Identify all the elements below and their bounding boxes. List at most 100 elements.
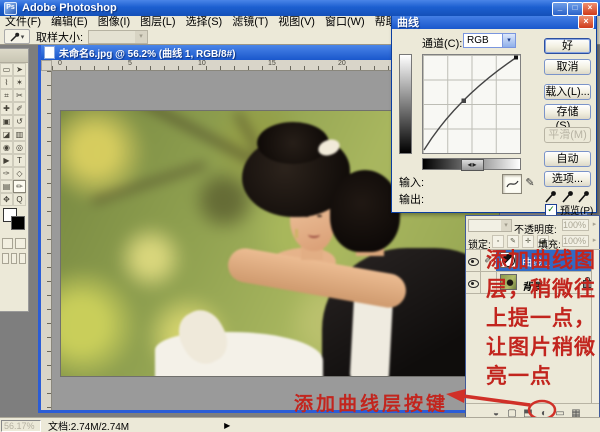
tool-history-brush[interactable]: ↺ xyxy=(13,115,26,128)
tool-magic-wand[interactable]: ✶ xyxy=(13,76,26,89)
opacity-spinner-icon[interactable]: ▸ xyxy=(590,219,599,231)
app-titlebar[interactable]: Ps Adobe Photoshop _ □ × xyxy=(0,0,600,16)
eyedropper-icon xyxy=(10,32,20,42)
menu-item-5[interactable]: 选择(S) xyxy=(181,16,228,29)
tone-curve[interactable] xyxy=(423,55,520,153)
menu-item-6[interactable]: 滤镜(T) xyxy=(227,16,273,29)
close-button[interactable]: × xyxy=(582,2,598,16)
document-title: 未命名6.jpg @ 56.2% (曲线 1, RGB/8#) xyxy=(59,45,235,60)
curve-endpoint[interactable] xyxy=(514,56,518,60)
load-button[interactable]: 载入(L)... xyxy=(544,84,591,100)
curve-icon xyxy=(506,179,519,189)
tool-pen[interactable]: ✑ xyxy=(0,167,13,180)
tool-brush[interactable]: ✐ xyxy=(13,102,26,115)
toolbox-header[interactable] xyxy=(0,49,28,63)
ruler-ticks xyxy=(47,71,51,410)
tool-clone-stamp[interactable]: ▣ xyxy=(0,115,13,128)
app-title: Adobe Photoshop xyxy=(22,2,117,14)
bride-smile xyxy=(308,231,320,238)
annotation-line: 添加曲线图 xyxy=(486,246,600,275)
curves-dialog: 曲线 × 通道(C): RGB ▾ ◂▸ 输入: 输出: ✎ 好 取消 xyxy=(391,13,597,213)
sample-size-arrow-icon: ▾ xyxy=(135,31,147,43)
tool-preset-arrow-icon: ▾ xyxy=(21,33,25,41)
options-button[interactable]: 选项... xyxy=(544,171,591,187)
pencil-tool-button[interactable]: ✎ xyxy=(522,174,538,192)
groom-hair xyxy=(330,170,400,252)
tool-healing-brush[interactable]: ✚ xyxy=(0,102,13,115)
standard-mode-button[interactable] xyxy=(2,238,13,249)
annotation-line: 让图片稍微 xyxy=(486,333,600,362)
tool-hand[interactable]: ✥ xyxy=(0,193,13,206)
channel-label: 通道(C): xyxy=(422,35,462,51)
channel-value: RGB xyxy=(464,35,489,46)
bride-eye xyxy=(317,215,322,217)
tool-crop[interactable]: ⌗ xyxy=(0,89,13,102)
tool-move[interactable]: ➤ xyxy=(13,63,26,76)
bride-hair-bun xyxy=(257,122,329,164)
tool-path-select[interactable]: ▶ xyxy=(0,154,13,167)
curve-midpoint[interactable] xyxy=(462,99,467,104)
save-button[interactable]: 存储(S)... xyxy=(544,104,591,120)
tool-eyedropper[interactable]: ✏ xyxy=(13,180,26,193)
toolbox-palette: ▭➤⌇✶⌗✂✚✐▣↺◪▥◉◎▶T✑◇▤✏✥Q xyxy=(0,48,29,312)
tool-type[interactable]: T xyxy=(13,154,26,167)
visibility-toggle[interactable] xyxy=(466,272,481,293)
channel-select[interactable]: RGB ▾ xyxy=(463,33,516,48)
screen-mode-button[interactable] xyxy=(19,253,26,264)
tool-notes[interactable]: ▤ xyxy=(0,180,13,193)
tool-rect-marquee[interactable]: ▭ xyxy=(0,63,13,76)
tool-zoom[interactable]: Q xyxy=(13,193,26,206)
zoom-level-field[interactable]: 56.17% xyxy=(1,420,41,432)
color-swatches xyxy=(0,206,28,236)
document-size-text: 文档:2.74M/2.74M xyxy=(48,418,129,432)
menu-item-2[interactable]: 编辑(E) xyxy=(46,16,93,29)
smooth-curve-tool-button[interactable] xyxy=(502,174,522,194)
tool-shape[interactable]: ◇ xyxy=(13,167,26,180)
tool-lasso[interactable]: ⌇ xyxy=(0,76,13,89)
tool-gradient[interactable]: ▥ xyxy=(13,128,26,141)
menu-item-3[interactable]: 图像(I) xyxy=(93,16,135,29)
maximize-button[interactable]: □ xyxy=(567,2,583,16)
auto-button[interactable]: 自动 xyxy=(544,151,591,167)
menu-item-8[interactable]: 窗口(W) xyxy=(320,16,370,29)
screen-mode-button[interactable] xyxy=(2,253,9,264)
screen-mode-button[interactable] xyxy=(11,253,18,264)
ok-button[interactable]: 好 xyxy=(544,38,591,54)
opacity-value: 100% xyxy=(562,219,589,231)
output-gradient-bar xyxy=(399,54,412,154)
tool-blur[interactable]: ◉ xyxy=(0,141,13,154)
app-icon: Ps xyxy=(4,2,17,15)
ruler-number: 15 xyxy=(268,60,276,67)
menu-item-7[interactable]: 视图(V) xyxy=(273,16,320,29)
curves-close-button[interactable]: × xyxy=(578,15,594,29)
eyedropper-tool-button[interactable]: ▾ xyxy=(4,29,30,44)
input-label: 输入: xyxy=(399,174,424,190)
minimize-button[interactable]: _ xyxy=(552,2,568,16)
curve-grid[interactable] xyxy=(422,54,521,154)
tool-dodge[interactable]: ◎ xyxy=(13,141,26,154)
background-color-swatch[interactable] xyxy=(11,216,25,230)
curves-dialog-titlebar[interactable]: 曲线 xyxy=(392,14,596,29)
menu-item-4[interactable]: 图层(L) xyxy=(135,16,180,29)
status-menu-arrow-icon[interactable]: ▶ xyxy=(224,421,230,430)
ruler-number: 0 xyxy=(58,60,62,67)
blend-mode-select: ▾ xyxy=(468,219,512,232)
annotation-line: 亮一点 xyxy=(486,362,600,391)
cancel-button[interactable]: 取消 xyxy=(544,59,591,75)
visibility-toggle[interactable] xyxy=(466,250,481,271)
sample-size-select: ▾ xyxy=(88,30,148,44)
tool-slice[interactable]: ✂ xyxy=(13,89,26,102)
ruler-number: 20 xyxy=(338,60,346,67)
preview-checkbox[interactable]: ✓ xyxy=(545,204,557,216)
photoshop-window: Ps Adobe Photoshop _ □ × 文件(F)编辑(E)图像(I)… xyxy=(0,0,600,432)
quickmask-mode-button[interactable] xyxy=(15,238,26,249)
output-label: 输出: xyxy=(399,191,424,207)
tool-eraser[interactable]: ◪ xyxy=(0,128,13,141)
annotation-line: 层，稍微往 xyxy=(486,275,600,304)
gradient-slider[interactable]: ◂▸ xyxy=(461,159,484,171)
sample-size-label: 取样大小: xyxy=(36,29,83,45)
ruler-number: 5 xyxy=(128,60,132,67)
annotation-line: 上提一点， xyxy=(486,304,600,333)
menu-item-1[interactable]: 文件(F) xyxy=(0,16,46,29)
annotation-note: 添加曲线图层，稍微往上提一点，让图片稍微亮一点 xyxy=(486,246,600,391)
